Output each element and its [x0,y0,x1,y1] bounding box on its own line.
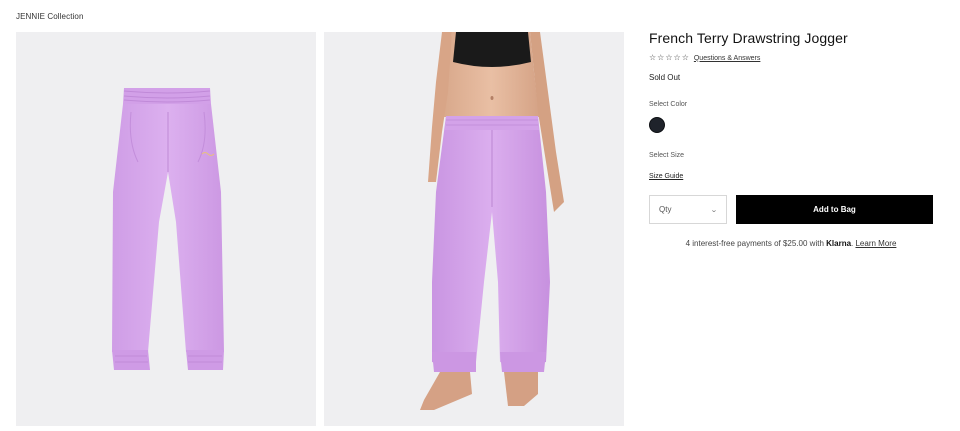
klarna-prefix: 4 interest-free payments of $25.00 with [685,239,827,248]
star-icon: ☆ [681,53,689,62]
product-info: French Terry Drawstring Jogger ☆ ☆ ☆ ☆ ☆… [649,30,933,248]
model-wearing-jogger-illustration [420,32,564,410]
klarna-financing-note: 4 interest-free payments of $25.00 with … [649,239,933,248]
rating-row: ☆ ☆ ☆ ☆ ☆ Questions & Answers [649,52,933,64]
select-size-label: Select Size [649,152,685,159]
star-icon: ☆ [649,53,657,62]
add-to-bag-button[interactable]: Add to Bag [736,195,933,224]
product-title: French Terry Drawstring Jogger [649,30,848,46]
size-guide-link[interactable]: Size Guide [649,173,683,180]
quantity-label: Qty [659,205,672,214]
klarna-logo: Klarna [826,239,852,248]
star-icon: ☆ [657,53,665,62]
jogger-flat-illustration [112,88,224,370]
stock-status: Sold Out [649,73,681,82]
product-image-model[interactable] [324,32,624,426]
star-icon: ☆ [665,53,673,62]
product-image-flat[interactable] [16,32,316,426]
purchase-row: Qty ⌄ Add to Bag [649,195,933,224]
breadcrumb[interactable]: JENNIE Collection [16,12,84,21]
learn-more-link[interactable]: Learn More [855,239,896,248]
chevron-down-icon: ⌄ [710,206,718,214]
color-swatch-black[interactable] [649,117,665,133]
questions-answers-link[interactable]: Questions & Answers [694,55,761,62]
star-rating[interactable]: ☆ ☆ ☆ ☆ ☆ [649,53,689,63]
select-color-label: Select Color [649,101,688,108]
star-icon: ☆ [673,53,681,62]
quantity-select[interactable]: Qty ⌄ [649,195,727,224]
